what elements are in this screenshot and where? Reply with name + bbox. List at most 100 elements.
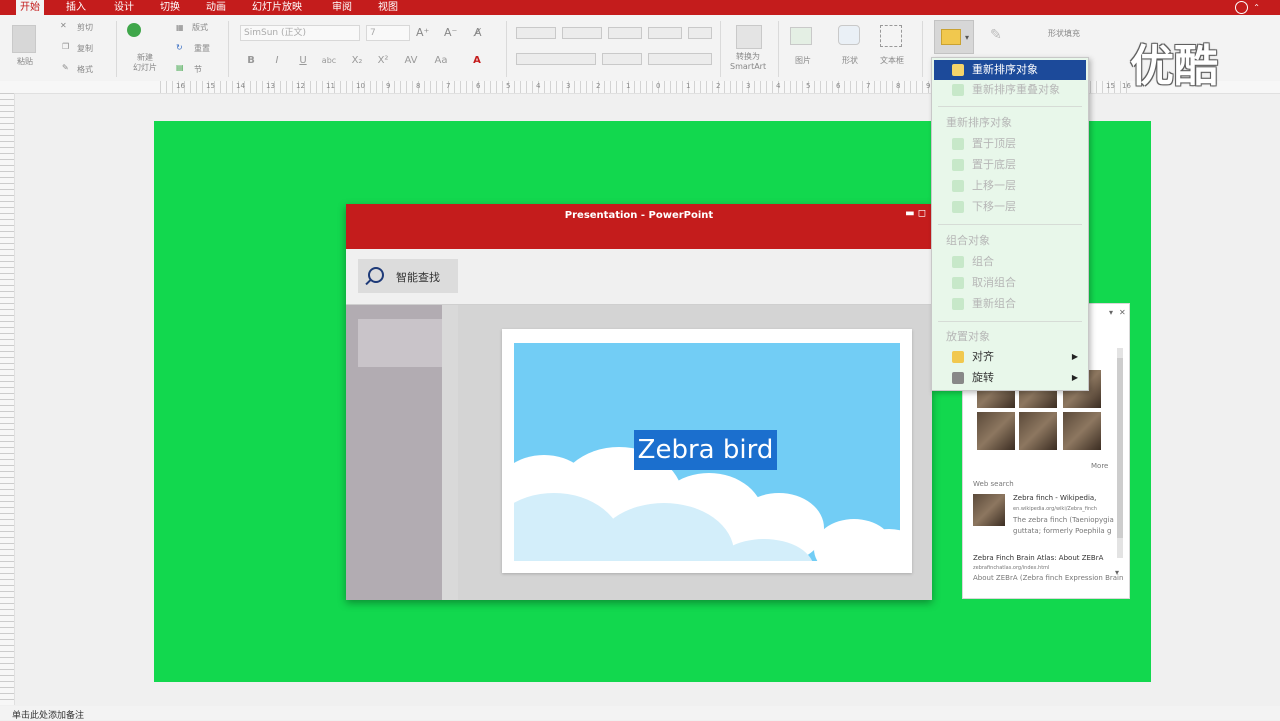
menu-item-reorder-objects[interactable]: 重新排序对象 — [934, 60, 1086, 80]
ruler-label: 8 — [896, 82, 901, 90]
bring-forward-icon — [952, 180, 964, 192]
clear-format-icon[interactable]: A̸ — [474, 26, 482, 39]
picture-button[interactable]: 图片 — [795, 55, 811, 66]
ruler-label: 6 — [476, 82, 481, 90]
underline-icon[interactable]: U — [294, 53, 312, 68]
numbering-icon[interactable] — [562, 27, 602, 39]
menu-item-send-backward[interactable]: 下移一层 — [934, 197, 1086, 217]
ruler-label: 9 — [926, 82, 931, 90]
tab-view[interactable]: 视图 — [374, 0, 402, 15]
inner-ribbon: 智能查找 — [346, 249, 932, 305]
strikethrough-icon[interactable]: abc — [320, 53, 338, 68]
menu-item-reorder-overlapping[interactable]: 重新排序重叠对象 — [934, 80, 1086, 100]
textbox-icon[interactable] — [880, 25, 902, 47]
menu-item-ungroup[interactable]: 取消组合 — [934, 273, 1086, 293]
bird-image[interactable] — [1019, 412, 1057, 450]
tab-home[interactable]: 开始 — [16, 0, 44, 15]
shrink-font-icon[interactable]: A⁻ — [444, 26, 457, 39]
change-case-icon[interactable]: Aa — [432, 53, 450, 68]
format-painter-button[interactable]: 格式 — [77, 64, 93, 75]
font-name-combo[interactable]: SimSun (正文) — [240, 25, 360, 41]
feedback-smiley-icon[interactable] — [1235, 1, 1248, 14]
bird-image[interactable] — [1063, 412, 1101, 450]
result-thumbnail[interactable] — [973, 494, 1005, 526]
char-spacing-icon[interactable]: AV — [402, 53, 420, 68]
notes-bar[interactable]: 单击此处添加备注 — [0, 706, 1280, 721]
more-link[interactable]: More — [1091, 462, 1108, 470]
tab-slideshow[interactable]: 幻灯片放映 — [248, 0, 306, 15]
picture-icon[interactable] — [790, 27, 812, 45]
pane-scrollbar-thumb[interactable] — [1117, 358, 1123, 538]
shapes-button[interactable]: 形状 — [842, 55, 858, 66]
tab-insert[interactable]: 插入 — [62, 0, 90, 15]
font-size-combo[interactable]: 7 — [366, 25, 410, 41]
ruler-label: 4 — [536, 82, 541, 90]
indent-icon[interactable] — [608, 27, 642, 39]
ruler-label: 15 — [206, 82, 215, 90]
menu-item-send-to-back[interactable]: 置于底层 — [934, 155, 1086, 175]
pane-dropdown-icon[interactable]: ▾ — [1109, 308, 1113, 317]
layout-icon: ▦ — [176, 23, 184, 32]
slide-title-selected[interactable]: Zebra bird — [634, 430, 777, 470]
layout-button[interactable]: 版式 — [192, 22, 208, 33]
smart-lookup-label: 智能查找 — [396, 271, 440, 284]
paste-label: 粘贴 — [17, 57, 33, 66]
menu-item-regroup[interactable]: 重新组合 — [934, 294, 1086, 314]
result-url: en.wikipedia.org/wiki/Zebra_finch — [1013, 506, 1097, 512]
line-spacing-icon[interactable] — [648, 27, 682, 39]
ruler-label: 3 — [746, 82, 751, 90]
result-title[interactable]: Zebra Finch Brain Atlas: About ZEBrA — [973, 554, 1103, 562]
paste-icon[interactable] — [12, 25, 36, 53]
menu-item-group[interactable]: 组合 — [934, 252, 1086, 272]
bullets-icon[interactable] — [516, 27, 556, 39]
columns-icon[interactable] — [602, 53, 642, 65]
font-color-icon[interactable]: A — [468, 53, 486, 68]
ruler-label: 0 — [656, 82, 661, 90]
smart-lookup-button[interactable]: 智能查找 — [358, 259, 458, 293]
menu-item-rotate[interactable]: 旋转 ▶ — [934, 368, 1086, 388]
tab-design[interactable]: 设计 — [110, 0, 138, 15]
tab-transitions[interactable]: 切换 — [156, 0, 184, 15]
convert-smartart-button[interactable]: 转换为 SmartArt — [730, 52, 766, 72]
result-title[interactable]: Zebra finch - Wikipedia, — [1013, 494, 1096, 502]
superscript-icon[interactable]: X² — [374, 53, 392, 68]
quick-styles-icon[interactable]: ✎ — [990, 27, 1002, 43]
shapes-icon[interactable] — [838, 25, 860, 45]
menu-item-label: 组合 — [972, 255, 994, 268]
ribbon-collapse-chevron-icon[interactable]: ⌃ — [1253, 0, 1260, 15]
ribbon-separator — [228, 21, 229, 77]
cut-button[interactable]: 剪切 — [77, 22, 93, 33]
smartart-icon[interactable] — [736, 25, 762, 49]
arrange-button[interactable]: ▾ — [934, 20, 974, 54]
ribbon-separator — [116, 21, 117, 77]
menu-item-label: 置于底层 — [972, 158, 1016, 171]
pane-scroll-down-icon[interactable]: ▾ — [1115, 568, 1119, 577]
align-vertical-icon[interactable] — [648, 53, 712, 65]
menu-header-position: 放置对象 — [946, 330, 990, 343]
ribbon-separator — [720, 21, 721, 77]
align-text-icon[interactable] — [516, 53, 596, 65]
bold-icon[interactable]: B — [242, 53, 260, 68]
shape-fill-button[interactable]: 形状填充 — [1048, 28, 1080, 39]
copy-button[interactable]: 复制 — [77, 43, 93, 54]
new-slide-icon[interactable] — [127, 23, 141, 37]
ruler-label: 7 — [866, 82, 871, 90]
tab-review[interactable]: 审阅 — [328, 0, 356, 15]
menu-header-reorder: 重新排序对象 — [946, 116, 1012, 129]
new-slide-button[interactable]: 新建 幻灯片 — [133, 53, 157, 73]
tab-animations[interactable]: 动画 — [202, 0, 230, 15]
text-direction-icon[interactable] — [688, 27, 712, 39]
menu-item-bring-to-front[interactable]: 置于顶层 — [934, 134, 1086, 154]
bird-image[interactable] — [977, 412, 1015, 450]
grow-font-icon[interactable]: A⁺ — [416, 26, 429, 39]
menu-item-bring-forward[interactable]: 上移一层 — [934, 176, 1086, 196]
textbox-button[interactable]: 文本框 — [880, 55, 904, 66]
subscript-icon[interactable]: X₂ — [348, 53, 366, 68]
reset-button[interactable]: 重置 — [194, 43, 210, 54]
section-button[interactable]: 节 — [194, 64, 202, 75]
italic-icon[interactable]: I — [268, 53, 286, 68]
ruler-label: 6 — [836, 82, 841, 90]
pane-close-icon[interactable]: ✕ — [1119, 308, 1126, 317]
ruler-label: 16 — [176, 82, 185, 90]
menu-item-align[interactable]: 对齐 ▶ — [934, 347, 1086, 367]
